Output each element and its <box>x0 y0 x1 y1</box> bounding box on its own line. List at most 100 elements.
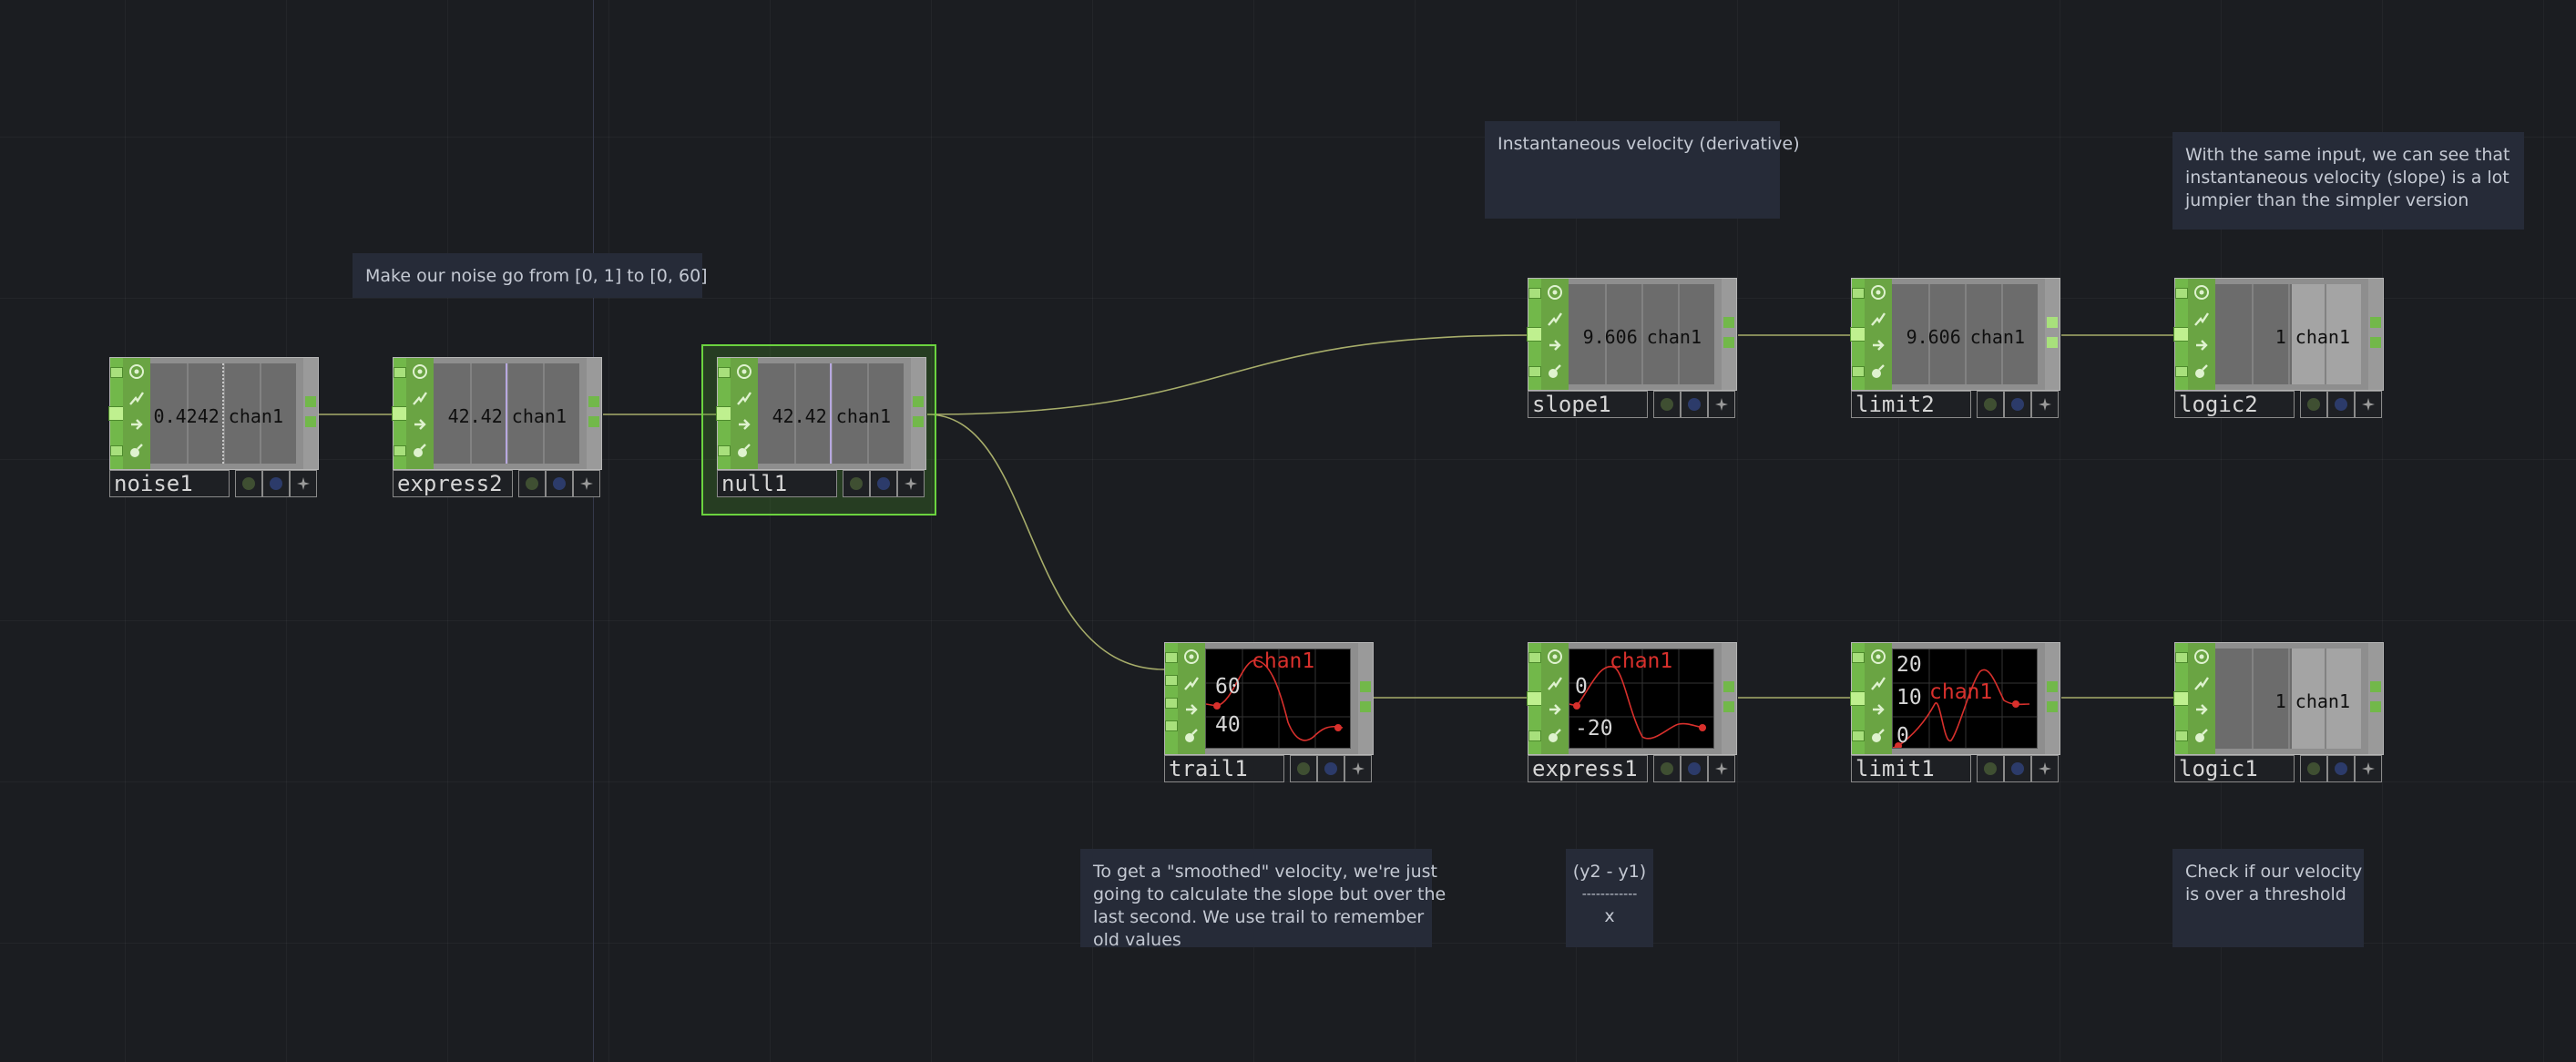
inlet-connector[interactable] <box>1528 288 1541 299</box>
operator-noise1[interactable]: 0.4242 chan1 noise1 <box>108 357 319 503</box>
operator-name[interactable]: trail1 <box>1164 755 1284 782</box>
pin-icon[interactable] <box>1708 755 1735 782</box>
pin-icon[interactable] <box>1344 755 1372 782</box>
viewer-icon[interactable] <box>1545 673 1565 693</box>
operator-body[interactable]: 0.4242 chan1 <box>108 357 319 470</box>
viewer-icon[interactable] <box>1868 309 1888 329</box>
inlet-connector[interactable] <box>2175 366 2188 377</box>
bypass-icon[interactable] <box>1545 282 1565 302</box>
cook-icon[interactable] <box>1545 726 1565 746</box>
inlet-connector[interactable] <box>1852 366 1865 377</box>
inlet-connector[interactable] <box>110 367 123 378</box>
inlet-connector[interactable] <box>1852 652 1865 663</box>
operator-body[interactable]: 1 chan1 <box>2173 642 2384 755</box>
lock-icon[interactable] <box>1868 699 1888 720</box>
outlet-connector[interactable] <box>2370 337 2381 348</box>
pin-icon[interactable] <box>573 470 600 497</box>
operator-name[interactable]: limit1 <box>1851 755 1971 782</box>
outlet-connector[interactable] <box>913 416 924 427</box>
render-flag-icon[interactable] <box>2004 755 2031 782</box>
lock-icon[interactable] <box>127 414 147 434</box>
comment-threshold[interactable]: Check if our velocity is over a threshol… <box>2172 849 2364 947</box>
operator-name[interactable]: noise1 <box>109 470 230 497</box>
comment-instantaneous-velocity[interactable]: Instantaneous velocity (derivative) <box>1485 121 1800 219</box>
cook-icon[interactable] <box>1868 726 1888 746</box>
lock-icon[interactable] <box>410 414 430 434</box>
inlet-connector[interactable] <box>1852 730 1865 741</box>
inlet-connector[interactable] <box>1528 652 1541 663</box>
outlet-connector[interactable] <box>2047 337 2058 348</box>
display-flag-icon[interactable] <box>2300 755 2327 782</box>
pin-icon[interactable] <box>2355 755 2382 782</box>
pin-icon[interactable] <box>2355 391 2382 418</box>
cook-icon[interactable] <box>1868 362 1888 382</box>
cook-icon[interactable] <box>734 441 754 461</box>
bypass-icon[interactable] <box>410 362 430 382</box>
operator-name[interactable]: express2 <box>393 470 513 497</box>
viewer-icon[interactable] <box>1868 673 1888 693</box>
inlet-connector[interactable] <box>718 445 731 456</box>
outlet-connector[interactable] <box>305 416 316 427</box>
inlet-connector[interactable] <box>1165 675 1178 686</box>
viewer-icon[interactable] <box>1181 673 1201 693</box>
cook-icon[interactable] <box>410 441 430 461</box>
outlet-connector[interactable] <box>2047 317 2058 328</box>
operator-body[interactable]: 60 40 chan1 <box>1164 642 1374 755</box>
operator-slope1[interactable]: 9.606 chan1 slope1 <box>1527 278 1737 424</box>
inlet-connector[interactable] <box>1165 652 1178 663</box>
bypass-icon[interactable] <box>1868 282 1888 302</box>
inlet-connector[interactable] <box>2175 730 2188 741</box>
bypass-icon[interactable] <box>734 362 754 382</box>
operator-name[interactable]: slope1 <box>1528 391 1648 418</box>
outlet-connector[interactable] <box>2370 701 2381 712</box>
operator-logic1[interactable]: 1 chan1 logic1 <box>2173 642 2384 788</box>
pin-icon[interactable] <box>2031 755 2059 782</box>
display-flag-icon[interactable] <box>1977 755 2004 782</box>
display-flag-icon[interactable] <box>1977 391 2004 418</box>
display-flag-icon[interactable] <box>1653 391 1681 418</box>
outlet-connector[interactable] <box>1360 681 1371 692</box>
viewer-icon[interactable] <box>2192 673 2212 693</box>
comment-noise-range[interactable]: Make our noise go from [0, 1] to [0, 60] <box>353 253 708 298</box>
operator-name[interactable]: limit2 <box>1851 391 1971 418</box>
operator-body[interactable]: 9.606 chan1 <box>1527 278 1737 391</box>
render-flag-icon[interactable] <box>546 470 573 497</box>
operator-body[interactable]: 1 chan1 <box>2173 278 2384 391</box>
operator-body[interactable]: 20 10 0 chan1 <box>1850 642 2060 755</box>
render-flag-icon[interactable] <box>1681 391 1708 418</box>
viewer-icon[interactable] <box>127 388 147 408</box>
operator-body[interactable]: 9.606 chan1 <box>1850 278 2060 391</box>
inlet-connector[interactable] <box>2175 652 2188 663</box>
lock-icon[interactable] <box>1545 335 1565 355</box>
lock-icon[interactable] <box>734 414 754 434</box>
operator-trail1[interactable]: 60 40 chan1 trail1 <box>1164 642 1374 788</box>
operator-null1[interactable]: 42.42 chan1 null1 <box>701 344 936 516</box>
display-flag-icon[interactable] <box>1653 755 1681 782</box>
inlet-connector[interactable] <box>1852 288 1865 299</box>
render-flag-icon[interactable] <box>1681 755 1708 782</box>
operator-limit1[interactable]: 20 10 0 chan1 limit1 <box>1850 642 2060 788</box>
operator-body[interactable]: 42.42 chan1 <box>716 357 926 470</box>
comment-jumpier[interactable]: With the same input, we can see that ins… <box>2172 132 2524 230</box>
pin-icon[interactable] <box>2031 391 2059 418</box>
bypass-icon[interactable] <box>127 362 147 382</box>
viewer-icon[interactable] <box>2192 309 2212 329</box>
outlet-connector[interactable] <box>1360 701 1371 712</box>
operator-body[interactable]: 42.42 chan1 <box>392 357 602 470</box>
inlet-connector[interactable] <box>718 367 731 378</box>
bypass-icon[interactable] <box>1181 647 1201 667</box>
lock-icon[interactable] <box>1181 699 1201 720</box>
operator-limit2[interactable]: 9.606 chan1 limit2 <box>1850 278 2060 424</box>
outlet-connector[interactable] <box>2370 681 2381 692</box>
cook-icon[interactable] <box>1181 726 1201 746</box>
render-flag-icon[interactable] <box>870 470 897 497</box>
operator-express2[interactable]: 42.42 chan1 express2 <box>392 357 602 503</box>
outlet-connector[interactable] <box>913 396 924 407</box>
bypass-icon[interactable] <box>1545 647 1565 667</box>
operator-body[interactable]: 0 -20 chan1 <box>1527 642 1737 755</box>
render-flag-icon[interactable] <box>2327 391 2355 418</box>
inlet-connector[interactable] <box>394 367 406 378</box>
operator-express1[interactable]: 0 -20 chan1 express1 <box>1527 642 1737 788</box>
inlet-connector[interactable] <box>1165 720 1178 731</box>
lock-icon[interactable] <box>2192 699 2212 720</box>
